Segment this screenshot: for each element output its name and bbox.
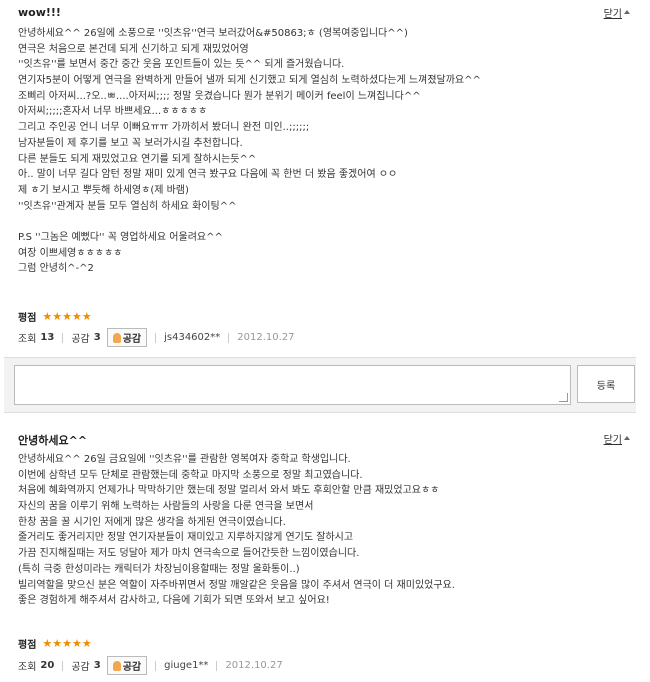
review-line: 줄거리도 좋거리지만 정말 연기자분들이 재미있고 지루하지않게 연기도 잘하시… [18, 532, 354, 544]
star-icon: ★ [42, 637, 53, 650]
close-label: 닫기 [603, 9, 622, 20]
review-line: 빌리역할을 맞으신 분은 역할이 자주바뀌면서 정말 깨알같은 웃음을 많이 주… [18, 579, 455, 591]
review-line: 처음에 혜화역까지 언제가나 막막하기만 했는데 정말 멀리서 와서 봐도 후회… [18, 485, 440, 497]
like-button-label: 공감 [122, 334, 142, 345]
like-button[interactable]: 공감 [106, 656, 148, 675]
review-line: 다른 분들도 되게 재밌었고요 연기를 되게 잘하시는듯^^ [18, 153, 257, 165]
review-body: 안녕하세요^^ 26일 금요일에 ''잇츠유''를 관람한 영복여자 중학교 학… [18, 452, 628, 609]
review-line: ''잇츠유''관계자 분들 모두 열심히 하세요 화이팅^^ [18, 200, 237, 212]
divider [62, 332, 64, 343]
rating: 평점 ★ ★ ★ ★ ★ [18, 309, 92, 324]
review-line: 아.. 말이 너무 길다 암턴 정말 재미 있게 연극 봤구요 다음에 꼭 한번… [18, 169, 398, 181]
chevron-up-icon [624, 9, 630, 14]
resize-handle-icon[interactable] [559, 393, 568, 402]
submit-button[interactable]: 등록 [577, 365, 635, 403]
review-line: 남자분들이 제 후기를 보고 꼭 보러가시길 추천합니다. [18, 137, 243, 149]
author: giuge1** [164, 660, 209, 671]
star-icon: ★ [72, 637, 82, 650]
review-line: 조삐리 아저씨...?오..ㅃ....아저씨;;;; 정말 웃겼습니다 뭔가 분… [18, 90, 421, 102]
review-line: 여장 이쁘세영ㅎㅎㅎㅎㅎ [18, 247, 123, 259]
divider [216, 660, 218, 671]
review-date: 2012.10.27 [225, 660, 283, 671]
views-label: 조회 [18, 662, 37, 673]
divider [155, 660, 157, 671]
views-label: 조회 [18, 334, 37, 345]
review-title: wow!!! [18, 6, 61, 19]
review-title: 안녕하세요^^ [18, 434, 88, 447]
close-button[interactable]: 닫기 [604, 5, 630, 20]
star-icon: ★ [81, 310, 92, 323]
comment-input[interactable] [14, 365, 571, 405]
divider [155, 332, 157, 343]
review-line: 좋은 경험하게 해주셔서 감사하고, 다음에 기회가 되면 또와서 보고 싶어요… [18, 595, 330, 607]
review-line: 제 ㅎ기 보시고 뿌듯해 하세영ㅎ(제 바램) [18, 184, 189, 196]
rating: 평점 ★ ★ ★ ★ ★ [18, 636, 92, 651]
review-line: 안녕하세요^^ 26일에 소풍으로 ''잇츠유''연극 보러갔어&#50863;… [18, 28, 408, 39]
review-line: 이번에 삼학년 모두 단체로 관람했는데 중학교 마지막 소풍으로 정말 최고였… [18, 469, 363, 481]
review-line: 아저씨;;;;;혼자서 너무 바쁘세요...ㅎㅎㅎㅎㅎ [18, 106, 208, 118]
chevron-up-icon [624, 435, 630, 440]
review-meta: 조회 13 공감 3 공감 js434602** 2012.10.27 [18, 328, 295, 347]
review-line [18, 214, 628, 230]
empathy-label: 공감 [71, 334, 90, 345]
rating-label: 평점 [18, 313, 37, 324]
divider [62, 660, 64, 671]
review-line: 연기자5분이 어떻게 연극을 완벽하게 만들어 낼까 되게 신기했고 되게 열심… [18, 75, 481, 87]
divider [228, 332, 230, 343]
star-icon: ★ [52, 310, 63, 323]
close-button[interactable]: 닫기 [604, 431, 630, 446]
review-body: 안녕하세요^^ 26일에 소풍으로 ''잇츠유''연극 보러갔어&#50863;… [18, 26, 628, 277]
like-button-label: 공감 [122, 662, 142, 673]
review-meta: 조회 20 공감 3 공감 giuge1** 2012.10.27 [18, 656, 283, 675]
review-line: 그리고 주인공 언니 너무 이뻐요ㅠㅠ 가까히서 봤더니 완전 미인..;;;;… [18, 122, 310, 134]
thumbs-up-icon [112, 660, 121, 671]
author: js434602** [164, 332, 221, 343]
empathy-count: 3 [93, 332, 101, 343]
views-count: 13 [40, 332, 55, 343]
thumbs-up-icon [112, 332, 121, 343]
star-icon: ★ [42, 310, 53, 323]
star-icon: ★ [72, 310, 82, 323]
review-line: (특히 극중 한성미라는 캐릭터가 차장님이용할때는 정말 울화통이..) [18, 563, 300, 575]
star-icon: ★ [52, 637, 63, 650]
close-label: 닫기 [603, 435, 622, 446]
review-line: P.S ''그놈은 예뻤다'' 꼭 영업하세요 어울려요^^ [18, 231, 223, 243]
rating-label: 평점 [18, 640, 37, 651]
review-line: 한창 꿈을 꿀 시기인 저에게 많은 생각을 하게된 연극이였습니다. [18, 516, 286, 528]
star-rating: ★ ★ ★ ★ ★ [42, 638, 91, 649]
review-line: 가끔 진지해질때는 저도 덩달아 제가 마치 연극속으로 들어간듯한 느낌이였습… [18, 548, 360, 560]
empathy-count: 3 [93, 660, 101, 671]
review-line: 그럼 안녕히^-^2 [18, 263, 94, 275]
review-line: 안녕하세요^^ 26일 금요일에 ''잇츠유''를 관람한 영복여자 중학교 학… [18, 454, 351, 465]
star-rating: ★ ★ ★ ★ ★ [42, 311, 91, 322]
star-icon: ★ [62, 310, 73, 323]
empathy-label: 공감 [71, 662, 90, 673]
comment-form: 등록 [4, 357, 636, 413]
star-icon: ★ [81, 637, 92, 650]
review-line: 자신의 꿈을 이루기 위해 노력하는 사람들의 사랑을 다룬 연극을 보면서 [18, 501, 314, 513]
star-icon: ★ [62, 637, 73, 650]
review-line: ''잇츠유''를 보면서 중간 중간 웃음 포인트들이 있는 듯^^ 되게 즐거… [18, 59, 345, 71]
like-button[interactable]: 공감 [106, 328, 148, 347]
review-date: 2012.10.27 [237, 332, 295, 343]
views-count: 20 [40, 660, 55, 671]
review-line: 연극은 처음으로 본건데 되게 신기하고 되게 재밌었어영 [18, 43, 249, 55]
